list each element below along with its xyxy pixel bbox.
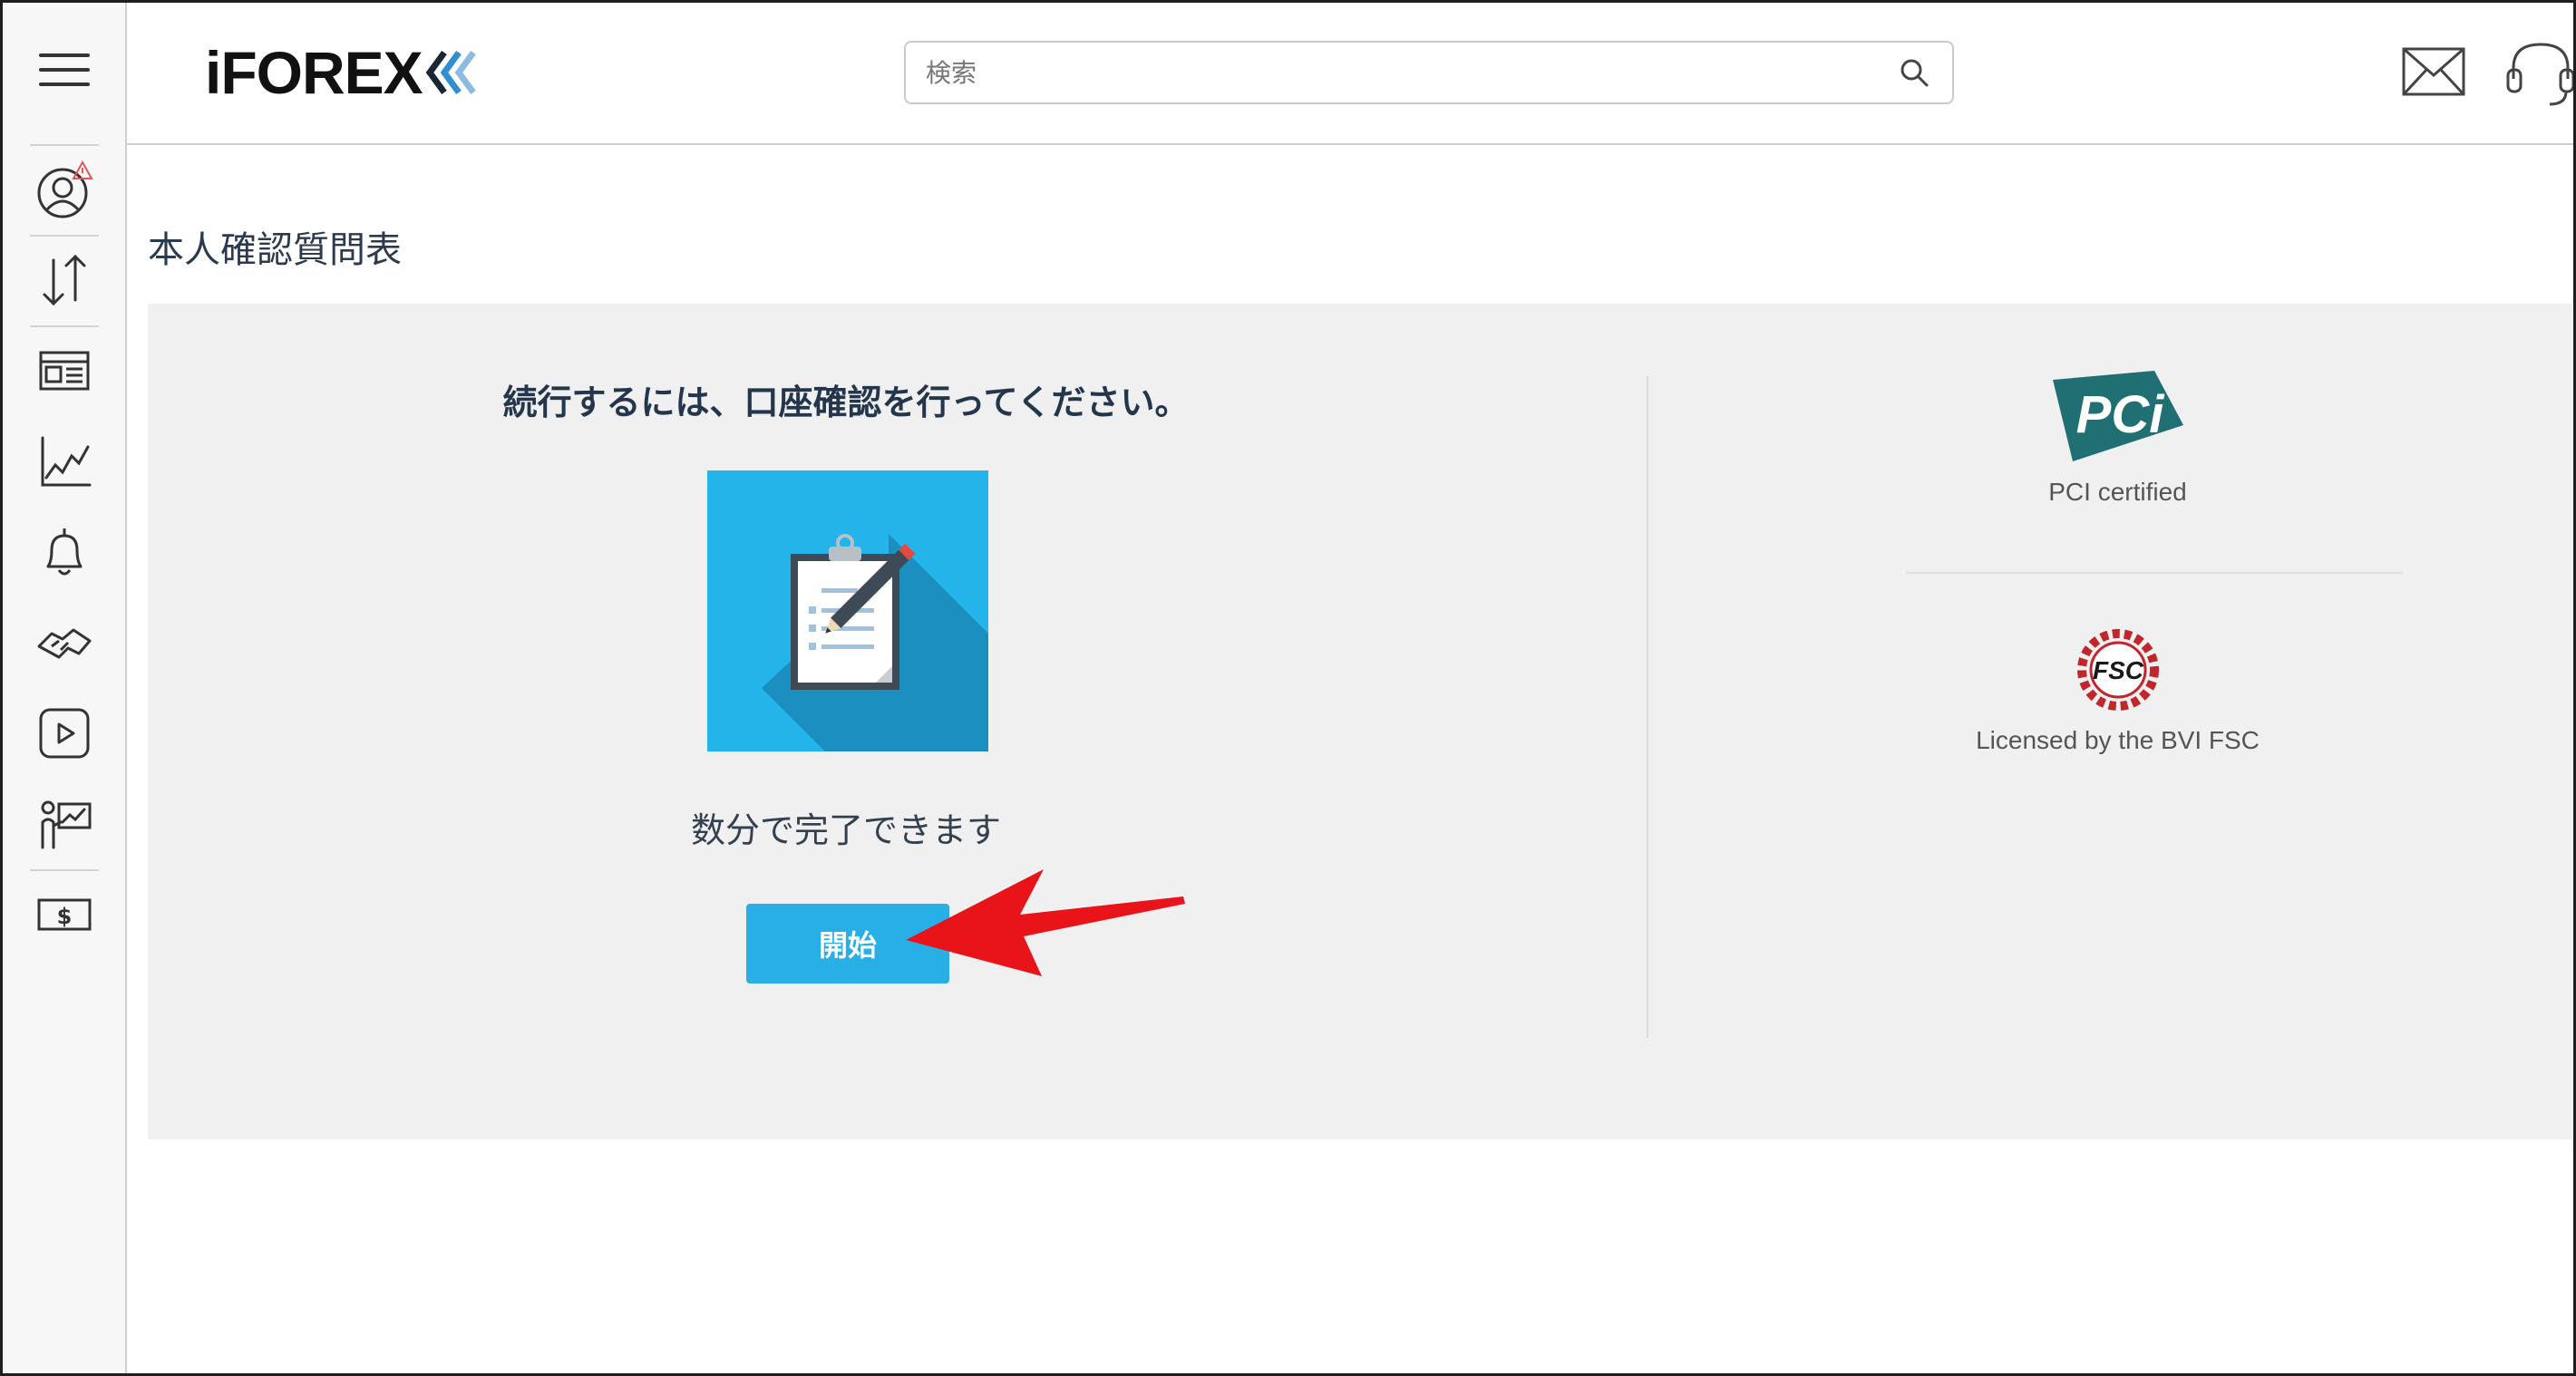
fsc-caption: Licensed by the BVI FSC bbox=[1830, 726, 2406, 755]
play-icon[interactable] bbox=[28, 697, 101, 770]
fsc-logo-text: FSC bbox=[2093, 656, 2144, 684]
red-pointer-arrow-icon bbox=[900, 864, 1209, 982]
news-icon[interactable] bbox=[28, 334, 101, 407]
completion-time-text: 数分で完了できます bbox=[148, 802, 1544, 852]
iforex-logo[interactable]: iFOREX bbox=[205, 41, 479, 104]
search-input[interactable] bbox=[906, 43, 1896, 102]
search-box bbox=[904, 41, 1954, 104]
sidebar-divider bbox=[30, 144, 99, 146]
panel-divider bbox=[1647, 376, 1648, 1038]
presenter-icon[interactable] bbox=[28, 788, 101, 860]
clipboard-illustration bbox=[707, 470, 988, 751]
page-title: 本人確認質問表 bbox=[148, 220, 402, 273]
app-window: $ iFOREX 本人確認質問表 続行するには、口座確認を行ってください。 bbox=[0, 0, 2576, 1376]
badge-separator bbox=[1907, 572, 2402, 574]
chart-icon[interactable] bbox=[28, 425, 101, 498]
dollar-bill-icon[interactable]: $ bbox=[28, 878, 101, 951]
sidebar-divider bbox=[30, 325, 99, 327]
svg-text:$: $ bbox=[57, 904, 73, 929]
up-down-arrows-icon[interactable] bbox=[28, 244, 101, 316]
menu-icon[interactable] bbox=[28, 34, 101, 106]
fsc-badge: FSC Licensed by the BVI FSC bbox=[1830, 626, 2406, 755]
user-icon[interactable] bbox=[28, 153, 101, 226]
bell-icon[interactable] bbox=[28, 516, 101, 588]
verification-prompt: 続行するには、口座確認を行ってください。 bbox=[148, 374, 1544, 424]
pci-logo-text: PCi bbox=[2075, 385, 2165, 444]
clipboard-icon bbox=[707, 470, 988, 751]
headset-icon[interactable] bbox=[2503, 39, 2576, 108]
sidebar: $ bbox=[3, 3, 127, 1376]
handshake-icon[interactable] bbox=[28, 606, 101, 679]
top-header: iFOREX bbox=[127, 3, 2573, 145]
search-icon[interactable] bbox=[1896, 54, 1932, 91]
verification-panel: 続行するには、口座確認を行ってください。 bbox=[148, 304, 2576, 1139]
sidebar-divider bbox=[30, 869, 99, 871]
fsc-seal-icon: FSC bbox=[2075, 626, 2162, 713]
sidebar-divider bbox=[30, 235, 99, 237]
pci-badge: PCi PCI certified bbox=[1830, 369, 2406, 507]
pci-caption: PCI certified bbox=[1830, 478, 2406, 507]
mail-icon[interactable] bbox=[2401, 46, 2466, 97]
logo-chevrons-icon bbox=[424, 47, 479, 98]
pci-logo-icon: PCi bbox=[2046, 369, 2191, 465]
logo-text: iFOREX bbox=[205, 38, 423, 107]
